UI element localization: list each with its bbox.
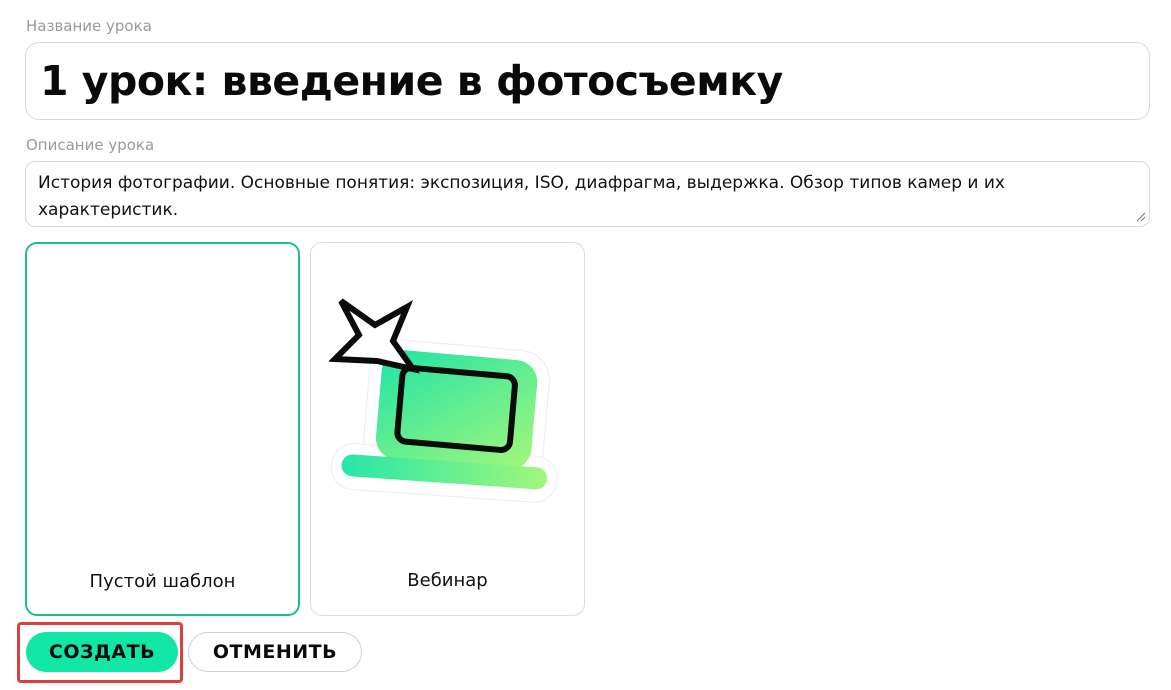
cancel-button[interactable]: ОТМЕНИТЬ — [188, 632, 362, 672]
lesson-title-label: Название урока — [26, 17, 152, 35]
create-button[interactable]: СОЗДАТЬ — [26, 632, 178, 672]
template-card-empty[interactable]: Пустой шаблон — [25, 242, 300, 616]
template-card-label: Пустой шаблон — [89, 571, 236, 592]
lesson-description-text: История фотографии. Основные понятия: эк… — [38, 173, 1005, 220]
lesson-description-input[interactable]: История фотографии. Основные понятия: эк… — [25, 161, 1150, 227]
lesson-title-input[interactable] — [25, 42, 1150, 120]
lesson-create-page: Название урока Описание урока История фо… — [0, 0, 1171, 690]
template-card-label: Вебинар — [407, 570, 488, 591]
resize-handle-icon[interactable] — [1136, 212, 1146, 222]
template-card-webinar[interactable]: Вебинар — [310, 242, 585, 616]
laptop-with-star-icon — [329, 298, 558, 503]
lesson-description-label: Описание урока — [26, 136, 155, 154]
